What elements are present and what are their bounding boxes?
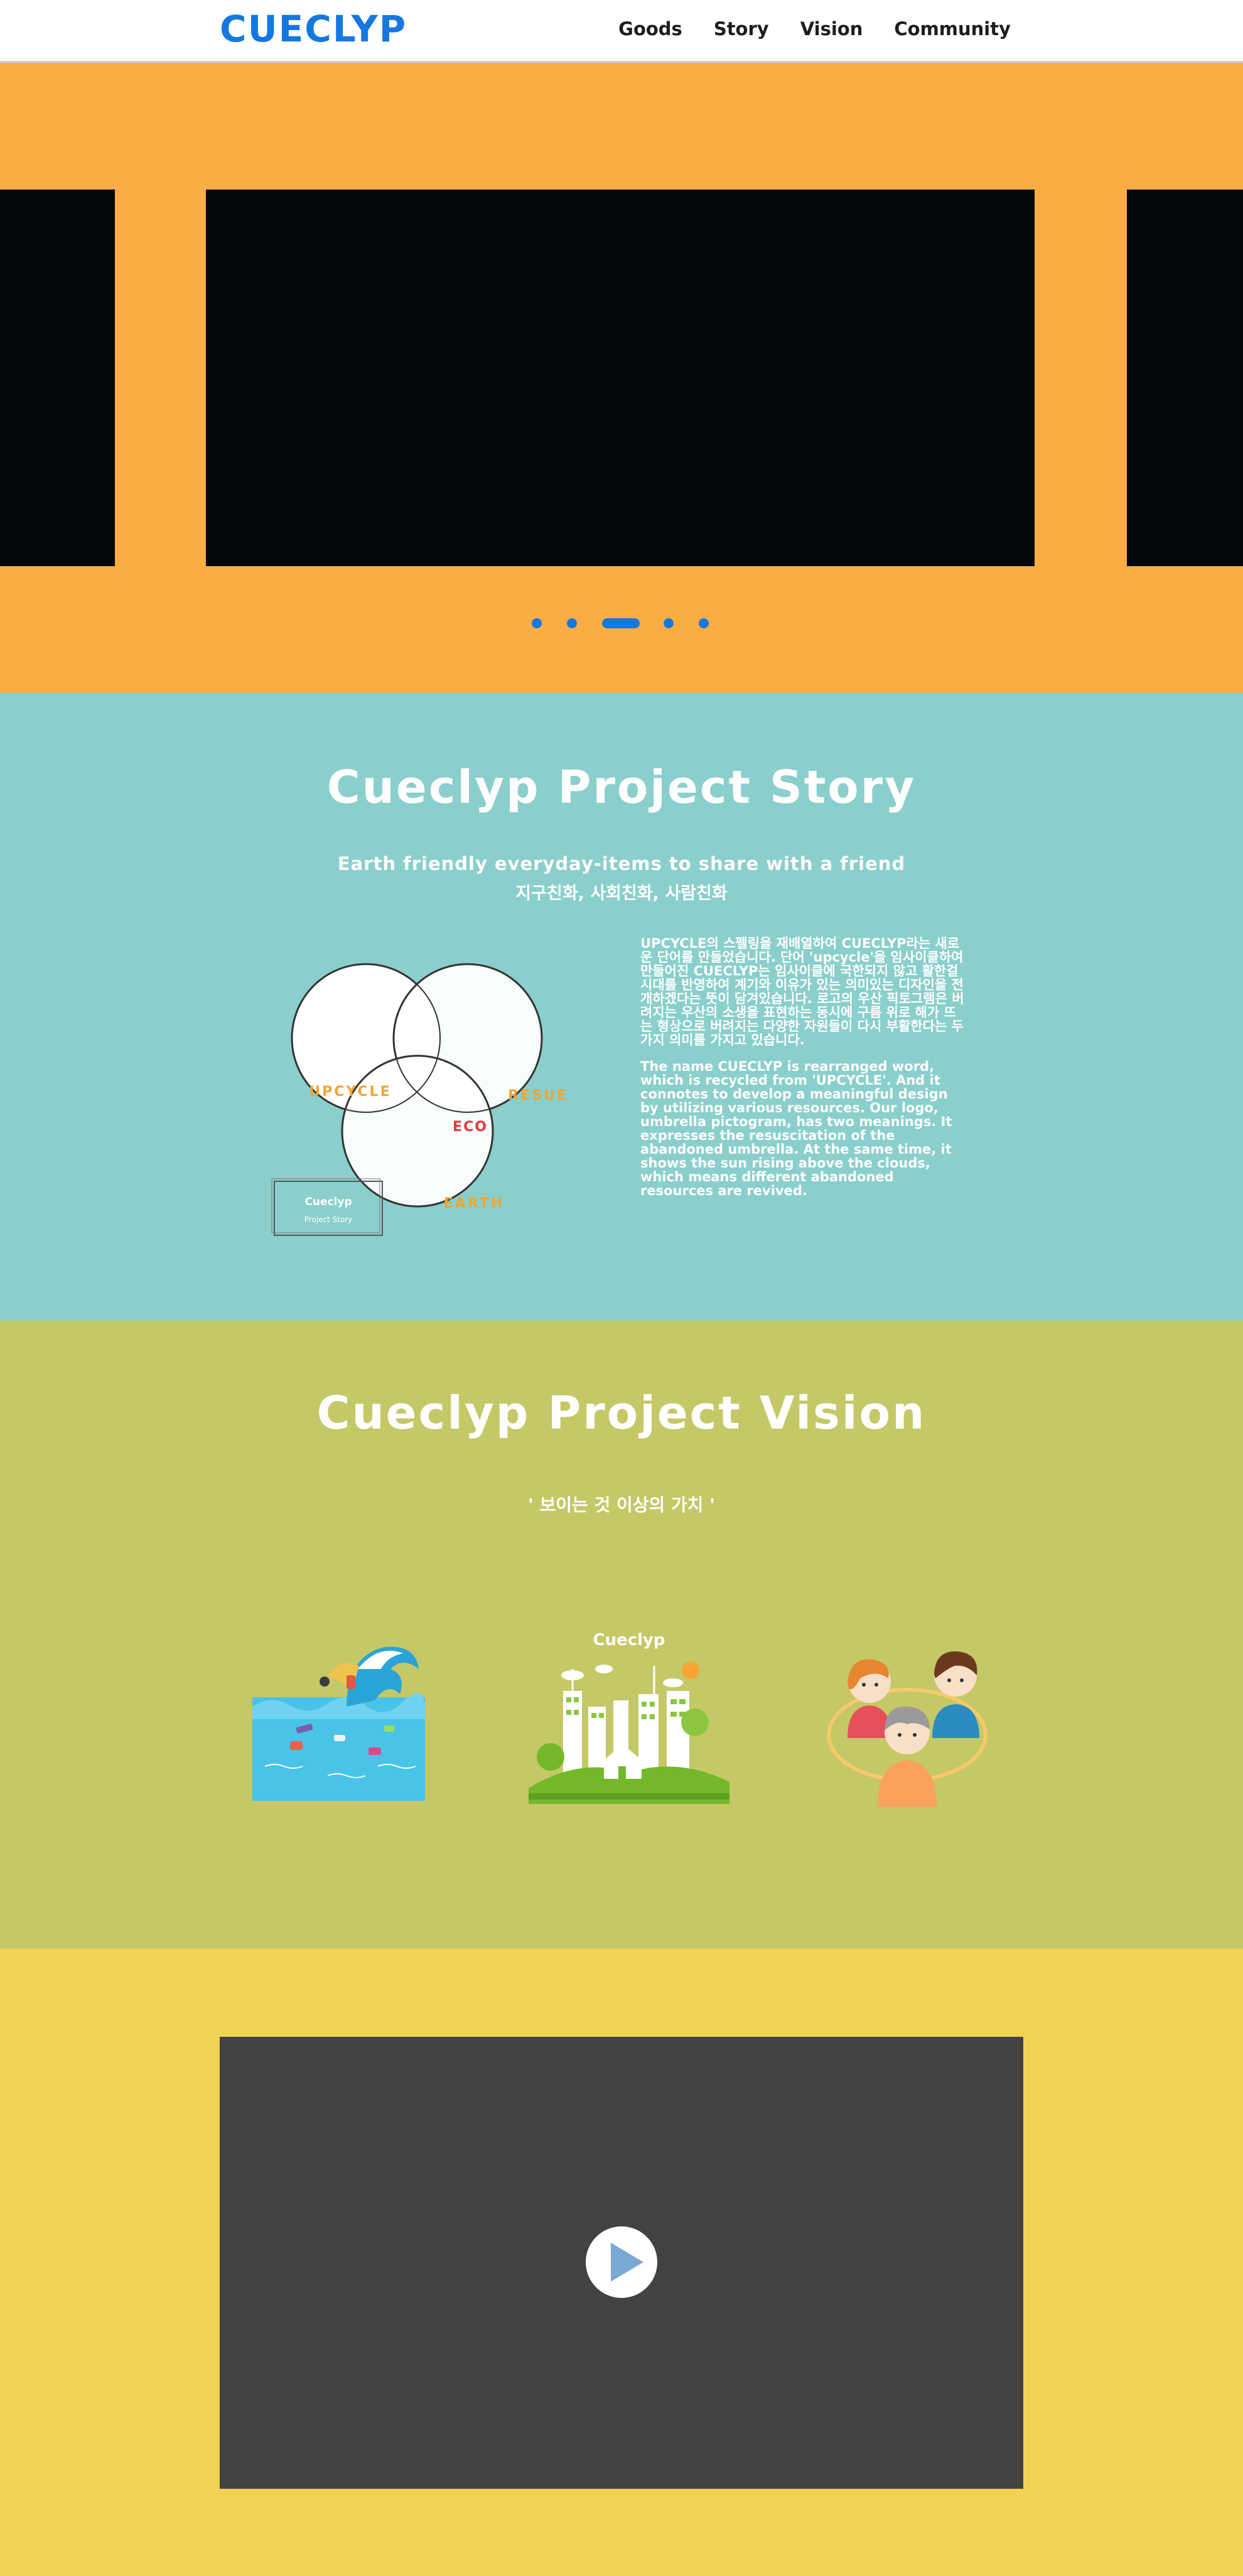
vision-tagline: ' 보이는 것 이상의 가치 '	[528, 1495, 715, 1515]
story-title: Cueclyp Project Story	[326, 761, 917, 813]
people-illustration	[827, 1651, 987, 1807]
venn-diagram: UPCYCLE RESUE EARTH ECO Cueclyp Project …	[271, 963, 568, 1236]
story-subtitle-ko: 지구친화, 사회친화, 사람친화	[515, 884, 728, 903]
venn-card-subtitle: Project Story	[304, 1215, 353, 1224]
story-text-ko: UPCYCLE의 스펠링을 재배열하여 CUECLYP라는 새로운 단어를 만들…	[640, 936, 964, 1048]
slider-dot-1[interactable]	[532, 618, 542, 628]
story-text-en: The name CUECLYP is rearranged word, whi…	[640, 1059, 952, 1198]
nav-item-vision[interactable]: Vision	[800, 16, 863, 41]
hero-slider	[0, 63, 1243, 693]
play-icon	[611, 2243, 643, 2282]
slide-current[interactable]	[206, 190, 1035, 566]
ocean-waste-illustration	[252, 1646, 425, 1801]
slider-dot-3-active[interactable]	[602, 618, 640, 628]
city-label: Cueclyp	[593, 1631, 665, 1650]
nav-item-story[interactable]: Story	[714, 16, 769, 41]
venn-label-earth: EARTH	[444, 1196, 504, 1211]
nav-item-community[interactable]: Community	[894, 16, 1011, 41]
venn-card	[274, 1181, 383, 1236]
slider-dot-2[interactable]	[567, 618, 577, 628]
venn-label-eco: ECO	[453, 1119, 488, 1135]
story-subtitle-en: Earth friendly everyday-items to share w…	[337, 853, 906, 874]
slider-dot-5[interactable]	[699, 618, 709, 628]
main-nav: Goods Story Vision Community	[618, 16, 1011, 41]
story-section: Cueclyp Project Story Earth friendly eve…	[0, 693, 1243, 1321]
venn-label-upcycle: UPCYCLE	[309, 1084, 391, 1100]
slide-next[interactable]	[1127, 190, 1243, 566]
slide-previous[interactable]	[0, 190, 115, 566]
story-description: UPCYCLE의 스펠링을 재배열하여 CUECLYP라는 새로운 단어를 만들…	[640, 936, 967, 1210]
vision-section: Cueclyp Project Vision ' 보이는 것 이상의 가치 ' …	[0, 1321, 1243, 1948]
green-city-illustration: Cueclyp	[529, 1631, 729, 1804]
play-button[interactable]	[586, 2226, 657, 2298]
slider-pagination	[0, 618, 1243, 628]
site-header: CUECLYP Goods Story Vision Community	[0, 0, 1243, 63]
vision-title: Cueclyp Project Vision	[316, 1387, 927, 1439]
logo[interactable]: CUECLYP	[220, 6, 407, 51]
nav-item-goods[interactable]: Goods	[618, 16, 682, 41]
slider-dot-4[interactable]	[664, 618, 674, 628]
venn-card-title: Cueclyp	[304, 1196, 352, 1208]
venn-label-resue: RESUE	[508, 1088, 568, 1103]
video-player[interactable]	[220, 2037, 1023, 2489]
video-section	[0, 1948, 1243, 2576]
